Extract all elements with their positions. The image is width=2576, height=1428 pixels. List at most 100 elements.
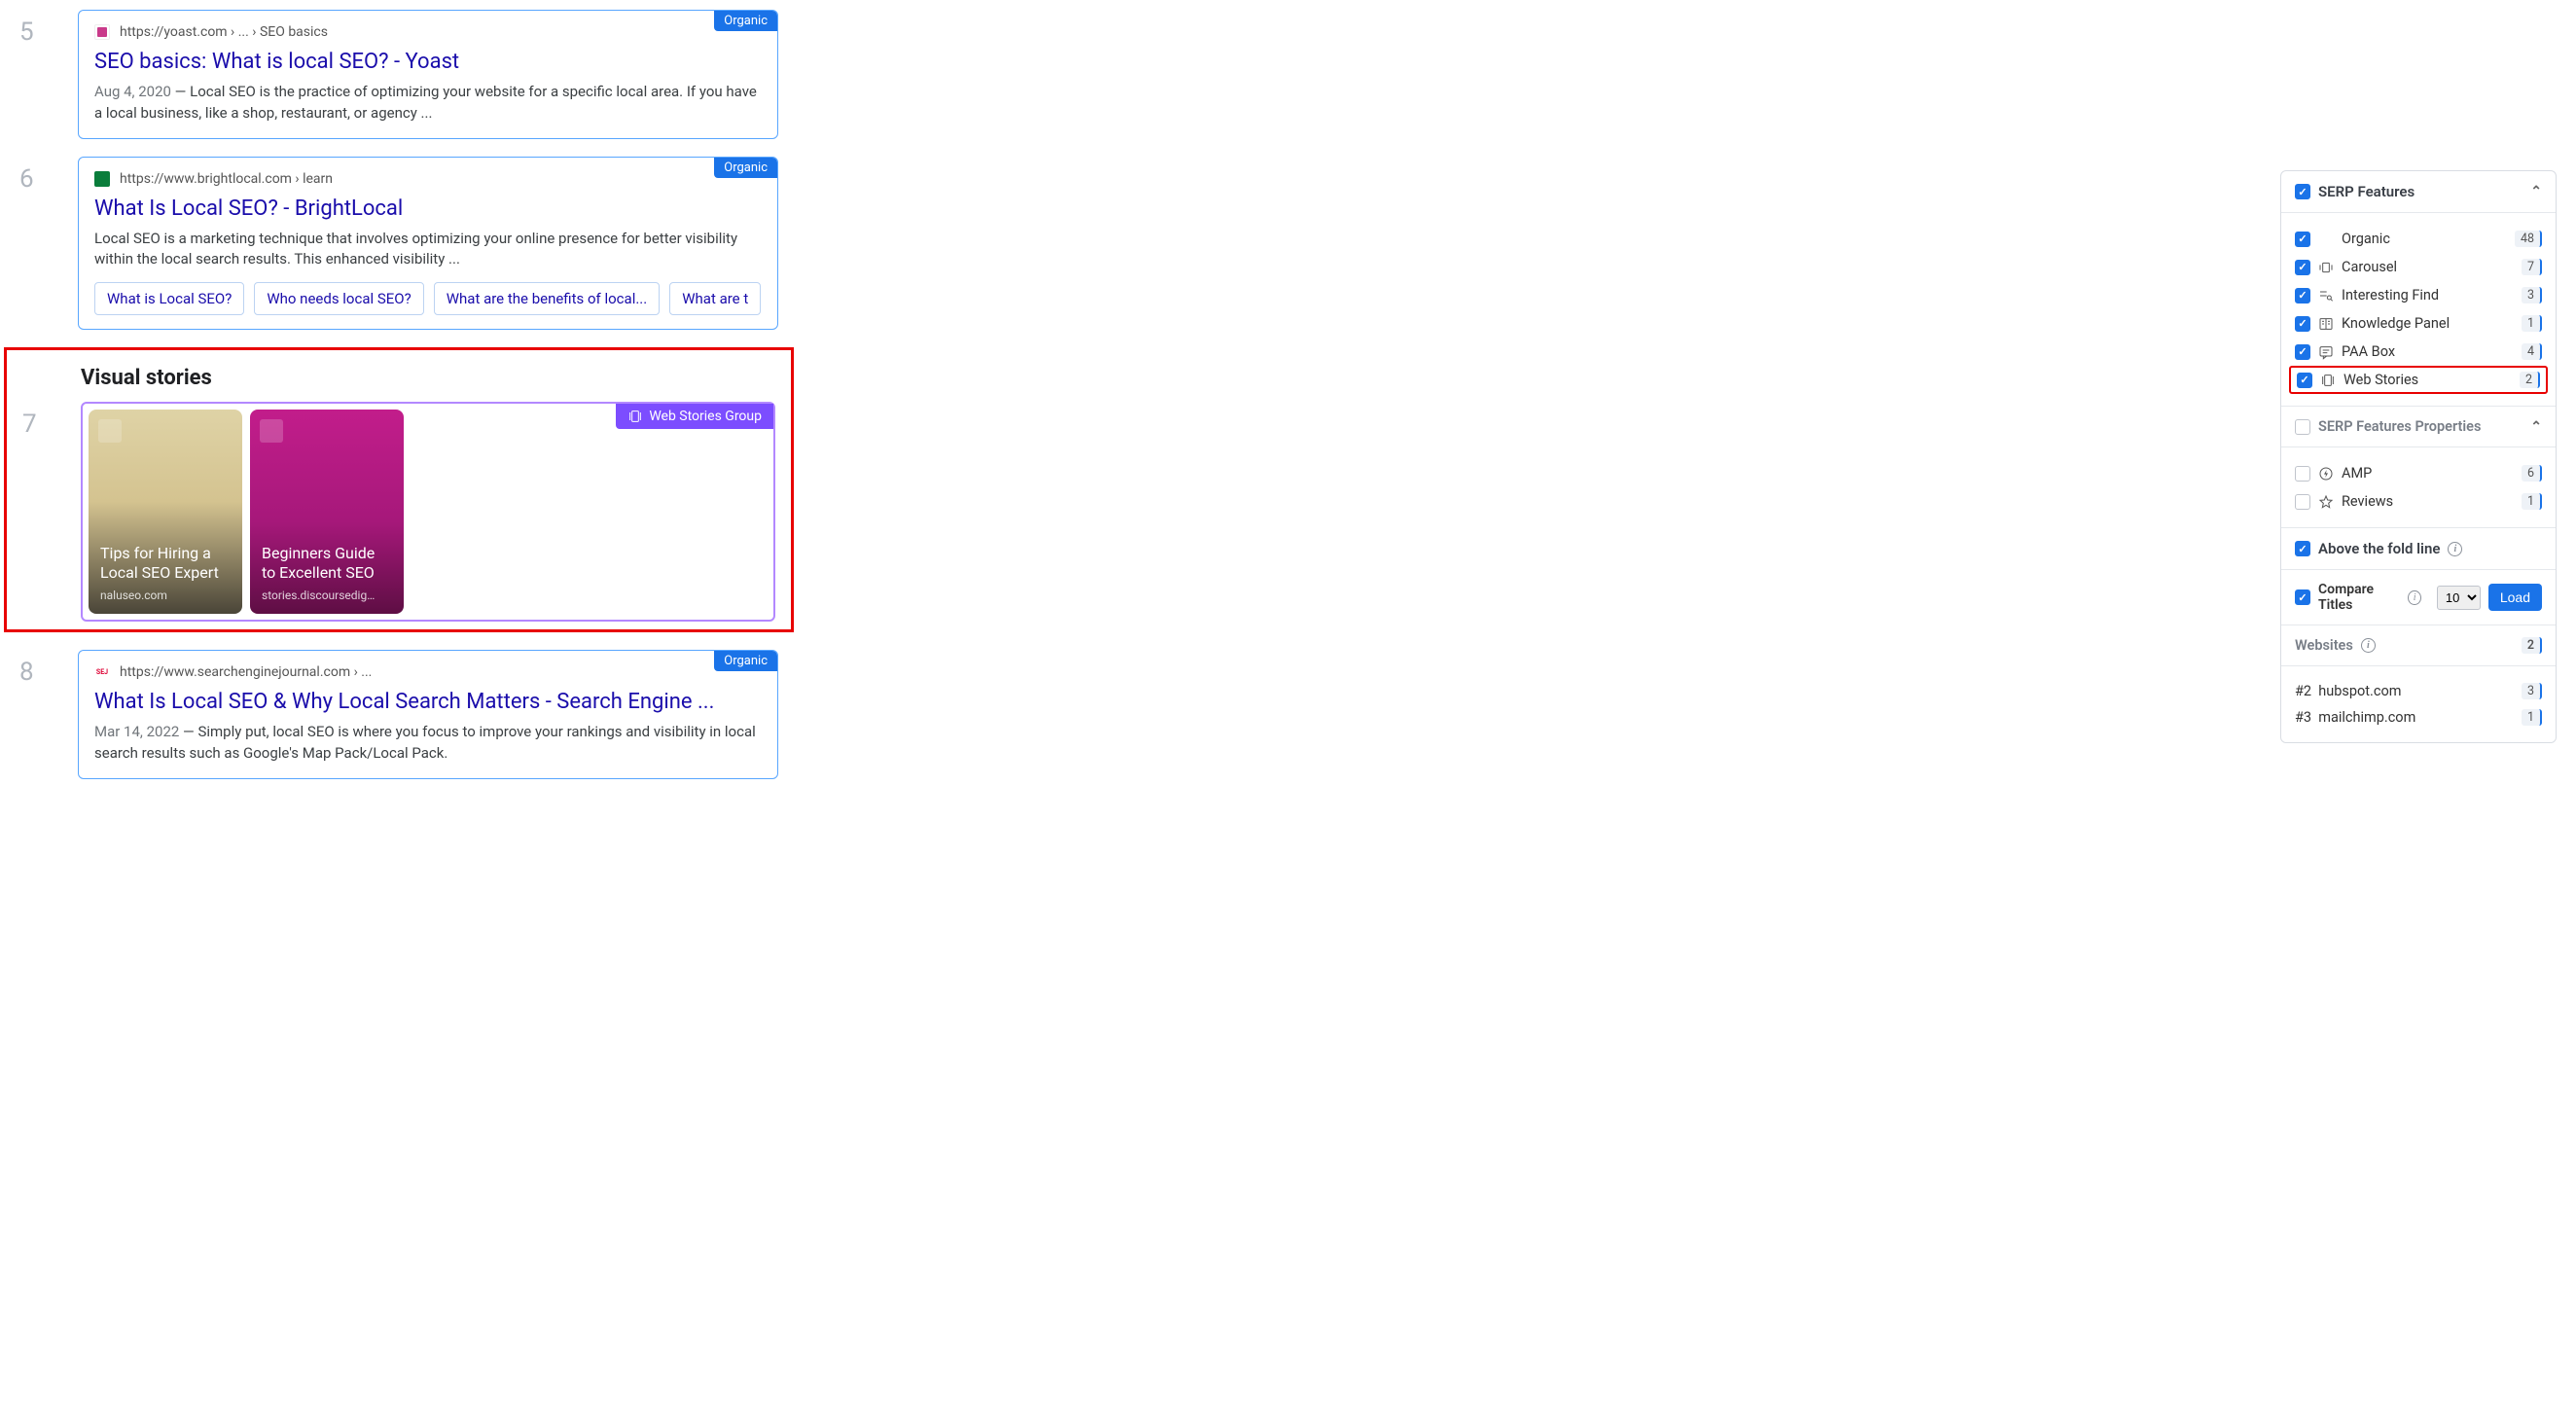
prop-row-reviews[interactable]: Reviews 1 [2295,487,2542,516]
url-text: https://www.brightlocal.com › learn [120,171,333,187]
favicon-icon [94,24,110,40]
prop-row-amp[interactable]: AMP6 [2295,459,2542,487]
serp-description: Mar 14, 2022 — Simply put, local SEO is … [94,722,762,765]
serp-title[interactable]: SEO basics: What is local SEO? - Yoast [94,50,762,74]
feature-row-paa-box[interactable]: PAA Box 4 [2295,338,2542,366]
rank-number: 5 [19,10,78,47]
serp-description: Aug 4, 2020 — Local SEO is the practice … [94,82,762,125]
blank-icon [2318,232,2334,247]
checkbox-icon[interactable] [2295,589,2310,605]
panel-icon [2318,316,2334,332]
sitelink-chip[interactable]: Who needs local SEO? [254,282,423,315]
checkbox-icon[interactable] [2295,316,2310,332]
story-thumb-icon [98,419,122,443]
url-row: https://yoast.com › ... › SEO basics [94,24,762,40]
checkbox-icon[interactable] [2295,288,2310,303]
count-badge: 1 [2522,493,2542,510]
serp-row: 6 Organic https://www.brightlocal.com › … [19,157,778,331]
feature-row-web-stories[interactable]: Web Stories 2 [2289,366,2548,394]
checkbox-icon[interactable] [2295,494,2310,510]
websites-header[interactable]: Websites i 2 [2295,637,2542,654]
find-icon [2318,288,2334,303]
story-domain: naluseo.com [100,589,231,602]
rank-number: 8 [19,650,78,687]
props-list: AMP6 Reviews 1 [2281,447,2556,528]
above-fold-toggle[interactable]: Above the fold line i [2295,540,2542,557]
serp-row: 8 Organic SEJ https://www.searchenginejo… [19,650,778,779]
web-stories-group[interactable]: Web Stories Group Tips for Hiring a Loca… [81,402,775,622]
info-icon[interactable]: i [2408,590,2420,605]
feature-label: Carousel [2342,259,2514,275]
web-stories-badge: Web Stories Group [616,404,773,429]
compare-count-select[interactable]: 10 [2437,586,2481,610]
serp-card[interactable]: Organic https://yoast.com › ... › SEO ba… [78,10,778,139]
sitelink-chip[interactable]: What are t [669,282,761,315]
feature-label: Interesting Find [2342,287,2514,303]
website-domain: mailchimp.com [2318,709,2415,726]
carousel-icon [2318,260,2334,275]
serp-card[interactable]: Organic SEJ https://www.searchenginejour… [78,650,778,779]
serp-title[interactable]: What Is Local SEO? - BrightLocal [94,196,762,221]
serp-title[interactable]: What Is Local SEO & Why Local Search Mat… [94,690,762,714]
website-row[interactable]: #3 mailchimp.com1 [2295,704,2542,731]
story-domain: stories.discoursedig… [262,589,392,602]
checkbox-icon[interactable] [2295,260,2310,275]
features-list: Organic48Carousel7Interesting Find3Knowl… [2281,213,2556,407]
chevron-up-icon[interactable]: ⌃ [2530,419,2542,435]
feature-label: Web Stories [2343,372,2512,388]
info-icon[interactable]: i [2361,638,2376,653]
prop-label: AMP [2342,465,2514,482]
checkbox-icon[interactable] [2295,466,2310,482]
serp-card[interactable]: Organic https://www.brightlocal.com › le… [78,157,778,331]
checkbox-icon[interactable] [2295,232,2310,247]
url-text: https://www.searchenginejournal.com › ..… [120,664,372,680]
feature-row-organic[interactable]: Organic48 [2295,225,2542,253]
rank-number: 7 [22,402,81,439]
count-badge: 2 [2520,372,2540,388]
serp-row: 5 Organic https://yoast.com › ... › SEO … [19,10,778,139]
compare-titles-label: Compare Titles [2318,582,2400,613]
feature-row-knowledge-panel[interactable]: Knowledge Panel1 [2295,309,2542,338]
chevron-up-icon[interactable]: ⌃ [2530,184,2542,199]
visual-stories-heading: Visual stories [81,366,775,390]
sitelink-chip[interactable]: What are the benefits of local... [434,282,661,315]
feature-label: Organic [2342,231,2507,247]
story-card[interactable]: Tips for Hiring a Local SEO Expert nalus… [89,410,242,614]
website-rank: #2 [2295,683,2311,699]
serp-description: Local SEO is a marketing technique that … [94,229,762,271]
feature-row-interesting-find[interactable]: Interesting Find3 [2295,281,2542,309]
feature-label: Knowledge Panel [2342,315,2514,332]
story-card[interactable]: Beginners Guide to Excellent SEO stories… [250,410,404,614]
sitelink-chip[interactable]: What is Local SEO? [94,282,244,315]
prop-label: Reviews [2342,493,2514,510]
url-row: https://www.brightlocal.com › learn [94,171,762,187]
story-thumb-icon [260,419,283,443]
stories-icon [2320,373,2336,388]
checkbox-icon[interactable] [2295,184,2310,199]
serp-features-properties-header[interactable]: SERP Features Properties ⌃ [2295,418,2542,435]
stories-icon [627,409,643,424]
feature-label: PAA Box [2342,343,2514,360]
organic-badge: Organic [714,158,777,178]
website-row[interactable]: #2 hubspot.com3 [2295,678,2542,704]
serp-results: 5 Organic https://yoast.com › ... › SEO … [19,10,778,797]
organic-badge: Organic [714,11,777,31]
story-title: Tips for Hiring a Local SEO Expert [100,544,231,583]
website-rank: #3 [2295,709,2311,726]
story-title: Beginners Guide to Excellent SEO [262,544,392,583]
checkbox-icon[interactable] [2295,344,2310,360]
serp-features-header[interactable]: SERP Features ⌃ [2295,183,2542,200]
count-badge: 3 [2522,683,2542,699]
feature-row-carousel[interactable]: Carousel7 [2295,253,2542,281]
url-row: SEJ https://www.searchenginejournal.com … [94,664,762,680]
filter-sidebar: SERP Features ⌃ Organic48Carousel7Intere… [2280,170,2557,797]
checkbox-icon[interactable] [2297,373,2312,388]
load-button[interactable]: Load [2488,584,2542,611]
info-icon[interactable]: i [2448,542,2462,556]
highlight-visual-stories: Visual stories 7 Web Stories Group Tips … [4,347,794,632]
rank-number: 6 [19,157,78,194]
checkbox-icon[interactable] [2295,419,2310,435]
count-badge: 4 [2522,343,2542,360]
checkbox-icon[interactable] [2295,541,2310,556]
favicon-icon: SEJ [94,664,110,680]
